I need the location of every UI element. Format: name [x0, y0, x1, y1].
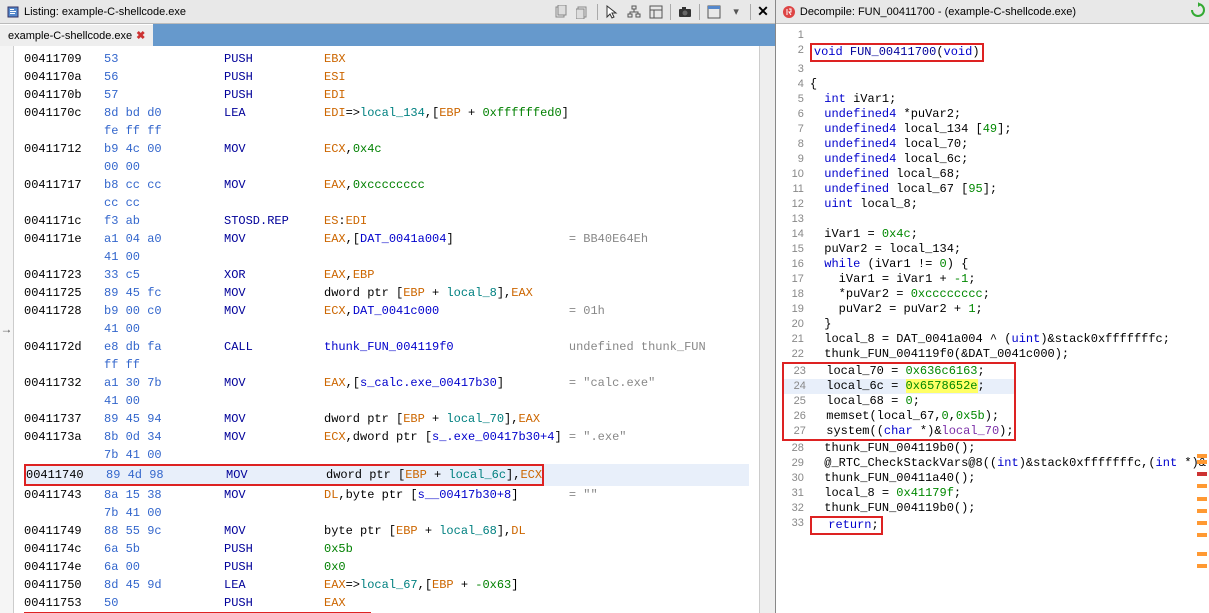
- paste-icon[interactable]: [575, 4, 591, 20]
- listing-row[interactable]: 0041170b 57 PUSH EDI: [24, 86, 749, 104]
- listing-row[interactable]: fe ff ff: [24, 122, 749, 140]
- dropdown-icon[interactable]: ▾: [728, 4, 744, 20]
- listing-row[interactable]: 00411709 53 PUSH EBX: [24, 50, 749, 68]
- decompile-row[interactable]: 7 undefined4 local_134 [49];: [782, 122, 1206, 137]
- decompile-row[interactable]: 4{: [782, 77, 1206, 92]
- decompile-row[interactable]: 13: [782, 212, 1206, 227]
- listing-toolbar: ▾ ✕: [553, 3, 769, 20]
- listing-row[interactable]: 0041170a 56 PUSH ESI: [24, 68, 749, 86]
- listing-title-bar: Listing: example-C-shellcode.exe ▾ ✕: [0, 0, 775, 24]
- decompile-row[interactable]: 6 undefined4 *puVar2;: [782, 107, 1206, 122]
- cursor-icon[interactable]: [604, 4, 620, 20]
- decompile-panel: Decompile: FUN_00411700 - (example-C-she…: [776, 0, 1209, 613]
- decompile-row[interactable]: 8 undefined4 local_70;: [782, 137, 1206, 152]
- listing-row[interactable]: 41 00: [24, 392, 749, 410]
- tab-close-icon[interactable]: ✖: [136, 29, 145, 42]
- decompile-row[interactable]: 33 return;: [782, 516, 1206, 535]
- decompile-row[interactable]: 1: [782, 28, 1206, 43]
- listing-row[interactable]: 0041173a 8b 0d 34 MOV ECX,dword ptr [s_.…: [24, 428, 749, 446]
- listing-row[interactable]: 00 00: [24, 158, 749, 176]
- decompile-row[interactable]: 12 uint local_8;: [782, 197, 1206, 212]
- decompile-row[interactable]: 2void FUN_00411700(void): [782, 43, 1206, 62]
- decompile-row[interactable]: 23 local_70 = 0x636c6163;: [784, 364, 1014, 379]
- camera-icon[interactable]: [677, 4, 693, 20]
- decompile-row[interactable]: 3: [782, 62, 1206, 77]
- listing-row[interactable]: 00411717 b8 cc cc MOV EAX,0xcccccccc: [24, 176, 749, 194]
- listing-code-area[interactable]: 00411709 53 PUSH EBX0041170a 56 PUSH ESI…: [14, 46, 759, 613]
- listing-icon: [6, 5, 20, 19]
- listing-row[interactable]: 0041170c 8d bd d0 LEA EDI=>local_134,[EB…: [24, 104, 749, 122]
- decompile-row[interactable]: 22 thunk_FUN_004119f0(&DAT_0041c000);: [782, 347, 1206, 362]
- decompile-row[interactable]: 15 puVar2 = local_134;: [782, 242, 1206, 257]
- listing-row[interactable]: 0041174c 6a 5b PUSH 0x5b: [24, 540, 749, 558]
- listing-row[interactable]: 00411753 50 PUSH EAX: [24, 594, 749, 612]
- tab-label: example-C-shellcode.exe: [8, 30, 132, 42]
- decompile-row[interactable]: 9 undefined4 local_6c;: [782, 152, 1206, 167]
- listing-row[interactable]: 00411725 89 45 fc MOV dword ptr [EBP + l…: [24, 284, 749, 302]
- decompile-row[interactable]: 27 system((char *)&local_70);: [784, 424, 1014, 439]
- listing-tab-row: example-C-shellcode.exe ✖: [0, 24, 775, 46]
- decompile-icon: [782, 5, 796, 19]
- listing-row[interactable]: 0041172d e8 db fa CALL thunk_FUN_004119f…: [24, 338, 749, 356]
- listing-row[interactable]: 00411712 b9 4c 00 MOV ECX,0x4c: [24, 140, 749, 158]
- listing-row[interactable]: 00411743 8a 15 38 MOV DL,byte ptr [s__00…: [24, 486, 749, 504]
- listing-row[interactable]: 00411749 88 55 9c MOV byte ptr [EBP + lo…: [24, 522, 749, 540]
- decompile-row[interactable]: 29 @_RTC_CheckStackVars@8((int)&stack0xf…: [782, 456, 1206, 471]
- listing-row[interactable]: 00411728 b9 00 c0 MOV ECX,DAT_0041c000= …: [24, 302, 749, 320]
- decompile-title-bar: Decompile: FUN_00411700 - (example-C-she…: [776, 0, 1209, 24]
- decompile-row[interactable]: 26 memset(local_67,0,0x5b);: [784, 409, 1014, 424]
- listing-tab[interactable]: example-C-shellcode.exe ✖: [0, 24, 153, 46]
- listing-row[interactable]: 41 00: [24, 248, 749, 266]
- decompile-row[interactable]: 20 }: [782, 317, 1206, 332]
- listing-row[interactable]: 00411740 89 4d 98 MOV dword ptr [EBP + l…: [24, 464, 749, 486]
- decompile-row[interactable]: 14 iVar1 = 0x4c;: [782, 227, 1206, 242]
- close-icon[interactable]: ✕: [757, 3, 769, 20]
- decompile-row[interactable]: 11 undefined local_67 [95];: [782, 182, 1206, 197]
- left-gutter: →: [0, 46, 14, 613]
- decompile-row[interactable]: 18 *puVar2 = 0xcccccccc;: [782, 287, 1206, 302]
- decompile-row[interactable]: 31 local_8 = 0x41179f;: [782, 486, 1206, 501]
- listing-row[interactable]: 00411750 8d 45 9d LEA EAX=>local_67,[EBP…: [24, 576, 749, 594]
- decompile-row[interactable]: 5 int iVar1;: [782, 92, 1206, 107]
- decompile-row[interactable]: 21 local_8 = DAT_0041a004 ^ (uint)&stack…: [782, 332, 1206, 347]
- listing-title: Listing: example-C-shellcode.exe: [24, 6, 186, 18]
- listing-row[interactable]: 00411737 89 45 94 MOV dword ptr [EBP + l…: [24, 410, 749, 428]
- listing-row[interactable]: 41 00: [24, 320, 749, 338]
- decompile-code-area[interactable]: 12void FUN_00411700(void)34{5 int iVar1;…: [776, 24, 1209, 613]
- decompile-row[interactable]: 24 local_6c = 0x6578652e;: [784, 379, 1014, 394]
- listing-row[interactable]: 00411723 33 c5 XOR EAX,EBP: [24, 266, 749, 284]
- listing-scrollbar[interactable]: [759, 46, 775, 613]
- listing-row[interactable]: 7b 41 00: [24, 504, 749, 522]
- decompile-row[interactable]: 32 thunk_FUN_004119b0();: [782, 501, 1206, 516]
- decompile-row[interactable]: 25 local_68 = 0;: [784, 394, 1014, 409]
- tree-icon[interactable]: [626, 4, 642, 20]
- decompile-row[interactable]: 17 iVar1 = iVar1 + -1;: [782, 272, 1206, 287]
- decompile-row[interactable]: 16 while (iVar1 != 0) {: [782, 257, 1206, 272]
- listing-panel: Listing: example-C-shellcode.exe ▾ ✕ exa…: [0, 0, 776, 613]
- listing-row[interactable]: cc cc: [24, 194, 749, 212]
- listing-row[interactable]: 0041171e a1 04 a0 MOV EAX,[DAT_0041a004]…: [24, 230, 749, 248]
- copy-icon[interactable]: [553, 4, 569, 20]
- listing-row[interactable]: 0041171c f3 ab STOSD.REP ES:EDI: [24, 212, 749, 230]
- layout-icon[interactable]: [648, 4, 664, 20]
- panel-icon[interactable]: [706, 4, 722, 20]
- decompile-row[interactable]: 28 thunk_FUN_004119b0();: [782, 441, 1206, 456]
- decompile-row[interactable]: 30 thunk_FUN_00411a40();: [782, 471, 1206, 486]
- listing-row[interactable]: 7b 41 00: [24, 446, 749, 464]
- listing-row[interactable]: ff ff: [24, 356, 749, 374]
- listing-row[interactable]: 00411732 a1 30 7b MOV EAX,[s_calc.exe_00…: [24, 374, 749, 392]
- listing-row[interactable]: 0041174e 6a 00 PUSH 0x0: [24, 558, 749, 576]
- decompile-title: Decompile: FUN_00411700 - (example-C-she…: [800, 6, 1076, 18]
- decompile-row[interactable]: 10 undefined local_68;: [782, 167, 1206, 182]
- decompile-row[interactable]: 19 puVar2 = puVar2 + 1;: [782, 302, 1206, 317]
